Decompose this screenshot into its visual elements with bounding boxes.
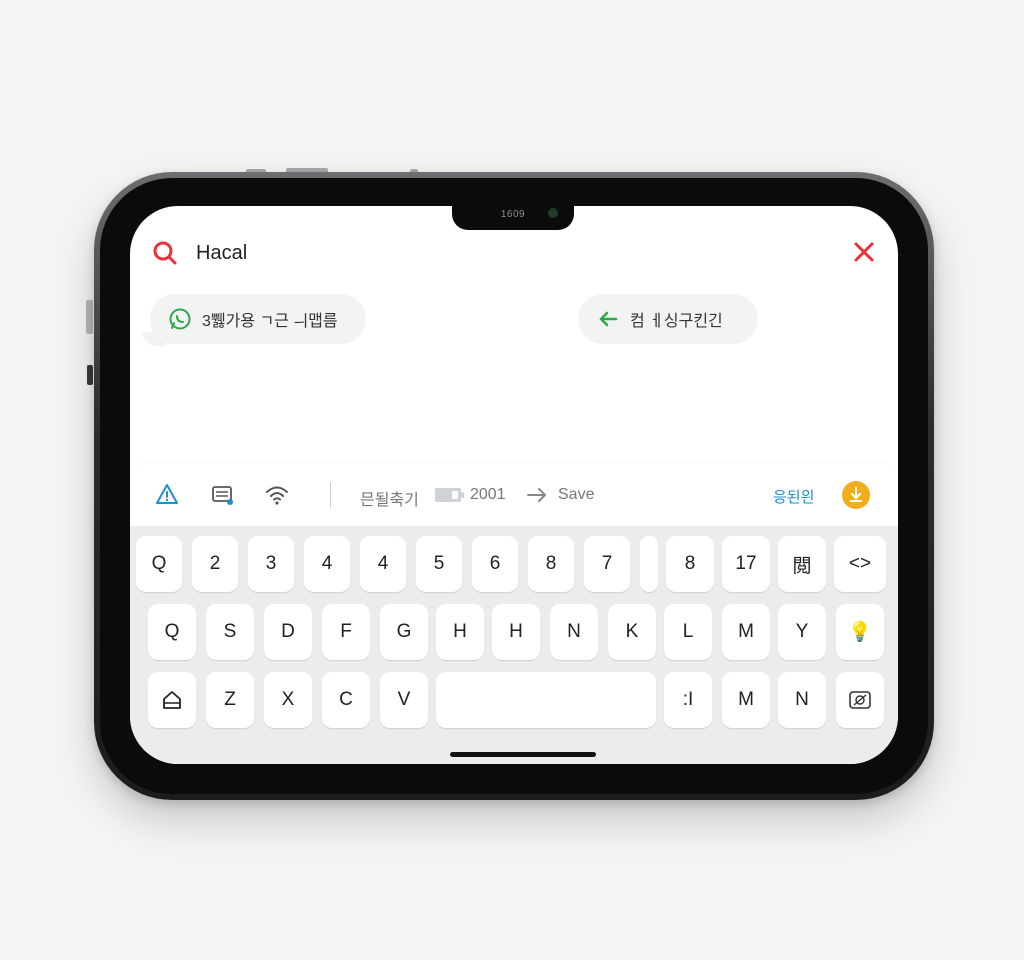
key-z[interactable]: Z xyxy=(206,672,254,728)
key-colon[interactable]: :I xyxy=(664,672,712,728)
arrow-right-icon[interactable] xyxy=(524,482,550,508)
key-lightbulb[interactable]: 💡 xyxy=(836,604,884,660)
stage: 1609 Hacal 3쀓가용 ㄱ근 ㅢ맵름 컴 ㅔ싱구킨긴 믄될축기 2001… xyxy=(0,0,1024,960)
home-icon xyxy=(163,691,181,709)
toolbar-divider xyxy=(330,482,331,508)
key-y[interactable]: Y xyxy=(778,604,826,660)
keyboard: Q 2 3 4 4 5 6 8 7 8 17 閲 <> Q S D F G H … xyxy=(130,526,898,764)
key-7[interactable]: 7 xyxy=(584,536,630,592)
keyboard-toolbar: 믄될축기 2001 Save 응된읜 xyxy=(130,464,898,526)
toolbar-badge-label[interactable]: 응된읜 xyxy=(773,486,814,507)
alert-icon[interactable] xyxy=(154,482,180,508)
notch-label: 1609 xyxy=(500,208,526,220)
key-s[interactable]: S xyxy=(206,604,254,660)
key-q[interactable]: Q xyxy=(136,536,182,592)
key-f[interactable]: F xyxy=(322,604,370,660)
left-button xyxy=(86,300,93,334)
key-blank[interactable] xyxy=(640,536,658,592)
key-n[interactable]: N xyxy=(550,604,598,660)
key-symbol[interactable]: 閲 xyxy=(778,536,826,592)
key-c[interactable]: C xyxy=(322,672,370,728)
whatsapp-icon xyxy=(169,308,191,330)
keyboard-settings-icon[interactable] xyxy=(210,482,236,508)
toolbar-korean-text: 믄될축기 xyxy=(360,492,419,509)
chip-left-label: 3쀓가용 ㄱ근 ㅢ맵름 xyxy=(202,313,338,330)
chip-right-label: 컴 ㅔ싱구킨긴 xyxy=(630,313,723,330)
key-m[interactable]: M xyxy=(722,604,770,660)
battery-icon xyxy=(435,488,464,502)
key-h[interactable]: H xyxy=(436,604,484,660)
arrow-left-icon xyxy=(599,311,618,327)
screen: Hacal 3쀓가용 ㄱ근 ㅢ맵름 컴 ㅔ싱구킨긴 믄될축기 2001 Save… xyxy=(130,206,898,764)
key-4a[interactable]: 4 xyxy=(304,536,350,592)
key-m2[interactable]: M xyxy=(722,672,770,728)
space-bar[interactable] xyxy=(436,672,656,728)
key-q2[interactable]: Q xyxy=(148,604,196,660)
key-home[interactable] xyxy=(148,672,196,728)
phone-device: 1609 Hacal 3쀓가용 ㄱ근 ㅢ맵름 컴 ㅔ싱구킨긴 믄될축기 2001… xyxy=(94,172,934,800)
key-17[interactable]: 17 xyxy=(722,536,770,592)
key-6[interactable]: 6 xyxy=(472,536,518,592)
key-3[interactable]: 3 xyxy=(248,536,294,592)
search-input[interactable]: Hacal xyxy=(196,242,247,265)
key-v[interactable]: V xyxy=(380,672,428,728)
key-5[interactable]: 5 xyxy=(416,536,462,592)
save-button[interactable]: Save xyxy=(558,486,594,504)
wifi-icon[interactable] xyxy=(264,482,290,508)
key-8b[interactable]: 8 xyxy=(666,536,714,592)
key-n2[interactable]: N xyxy=(778,672,826,728)
key-h2[interactable]: H xyxy=(492,604,540,660)
key-l[interactable]: L xyxy=(664,604,712,660)
key-g[interactable]: G xyxy=(380,604,428,660)
suggestion-chip-left[interactable]: 3쀓가용 ㄱ근 ㅢ맵름 xyxy=(150,294,366,344)
key-d[interactable]: D xyxy=(264,604,312,660)
toolbar-number: 2001 xyxy=(470,486,506,503)
key-code[interactable]: <> xyxy=(834,536,886,592)
key-8a[interactable]: 8 xyxy=(528,536,574,592)
search-icon[interactable] xyxy=(152,240,178,266)
key-x[interactable]: X xyxy=(264,672,312,728)
key-2[interactable]: 2 xyxy=(192,536,238,592)
close-icon[interactable] xyxy=(852,240,876,264)
emoji-icon xyxy=(849,691,871,709)
notch: 1609 xyxy=(452,198,574,230)
key-k[interactable]: K xyxy=(608,604,656,660)
key-4b[interactable]: 4 xyxy=(360,536,406,592)
mute-switch xyxy=(87,365,93,385)
coin-icon[interactable] xyxy=(842,481,870,509)
key-emoji[interactable] xyxy=(836,672,884,728)
camera-icon xyxy=(548,208,558,218)
home-indicator[interactable] xyxy=(450,752,596,757)
suggestion-chip-right[interactable]: 컴 ㅔ싱구킨긴 xyxy=(578,294,758,344)
